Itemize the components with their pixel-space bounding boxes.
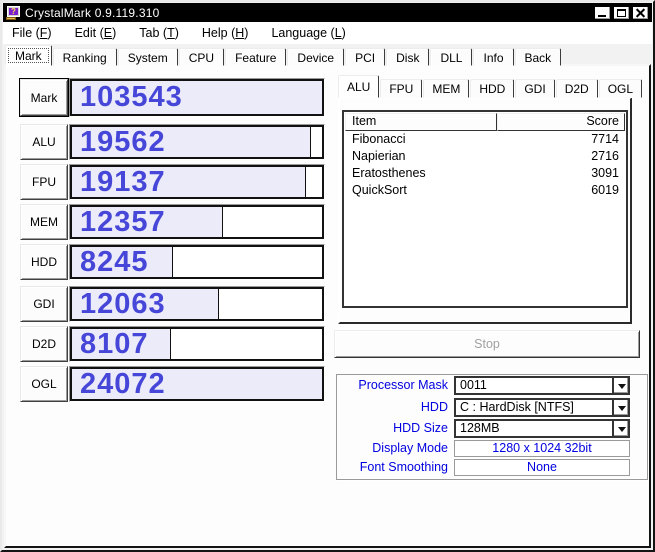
benchmark-table-body: Fibonacci 7714 Napierian 2716 Eratosthenes 30… <box>345 131 625 199</box>
item-cell: Napierian <box>352 149 406 163</box>
chevron-down-icon[interactable] <box>612 378 628 393</box>
tab-ranking[interactable]: Ranking <box>52 48 117 66</box>
mark-button[interactable]: Mark <box>19 78 69 117</box>
detail-tab-alu[interactable]: ALU <box>338 75 380 98</box>
table-row[interactable]: QuickSort 6019 <box>345 182 625 199</box>
tab-device[interactable]: Device <box>287 48 345 66</box>
d2d-button[interactable]: D2D <box>20 326 68 362</box>
benchmark-table: Item Score Fibonacci 7714 Napierian 2716 Era… <box>342 110 628 308</box>
hdd-select[interactable]: C : HardDisk [NTFS] <box>454 398 630 417</box>
window-title: CrystalMark 0.9.119.310 <box>25 5 160 20</box>
stop-button[interactable]: Stop <box>334 330 640 358</box>
hdd-size-select[interactable]: 128MB <box>454 419 630 438</box>
score-value-alu: 19562 <box>80 125 166 158</box>
maximize-icon[interactable] <box>613 5 630 20</box>
main-tab-strip: Mark Ranking System CPU Feature Device P… <box>5 45 562 66</box>
score-bar-alu: 19562 <box>69 124 325 160</box>
alu-button[interactable]: ALU <box>20 124 68 160</box>
item-cell: QuickSort <box>352 183 407 197</box>
font-smoothing-value: None <box>454 459 630 476</box>
tab-back[interactable]: Back <box>514 48 562 66</box>
tab-mark[interactable]: Mark <box>5 45 52 66</box>
score-bar-mark: 103543 <box>69 78 325 117</box>
item-cell: Eratosthenes <box>352 166 426 180</box>
score-bar-fpu: 19137 <box>69 164 325 200</box>
tab-feature[interactable]: Feature <box>225 48 287 66</box>
menu-bar: File (F) Edit (E) Tab (T) Help (H) Langu… <box>3 22 652 44</box>
table-row[interactable]: Eratosthenes 3091 <box>345 165 625 182</box>
score-bar-hdd: 8245 <box>69 244 325 280</box>
menu-item-edit[interactable]: Edit (E) <box>75 26 117 40</box>
table-row[interactable]: Fibonacci 7714 <box>345 131 625 148</box>
app-icon: ? <box>6 5 21 20</box>
score-value-hdd: 8245 <box>80 245 149 278</box>
menu-item-language[interactable]: Language (L) <box>271 26 345 40</box>
detail-tab-strip: ALU FPU MEM HDD GDI D2D OGL <box>338 75 643 98</box>
tab-info[interactable]: Info <box>473 48 514 66</box>
detail-tab-mem[interactable]: MEM <box>423 79 470 98</box>
column-header-score[interactable]: Score <box>497 113 625 131</box>
display-mode-label: Display Mode <box>372 441 448 455</box>
column-header-item[interactable]: Item <box>345 113 497 131</box>
tab-dll[interactable]: DLL <box>430 48 473 66</box>
score-cell: 2716 <box>591 149 619 163</box>
score-bar-ogl: 24072 <box>69 366 325 402</box>
ogl-button[interactable]: OGL <box>20 366 68 402</box>
score-bar-mem: 12357 <box>69 204 325 240</box>
detail-tab-ogl[interactable]: OGL <box>598 79 643 98</box>
title-bar[interactable]: ? CrystalMark 0.9.119.310 <box>3 3 652 22</box>
score-bar-gdi: 12063 <box>69 286 325 322</box>
processor-mask-select[interactable]: 0011 <box>454 376 630 395</box>
fpu-button[interactable]: FPU <box>20 164 68 200</box>
menu-item-help[interactable]: Help (H) <box>202 26 249 40</box>
app-window: ? CrystalMark 0.9.119.310 File (F) Edit … <box>0 0 655 552</box>
score-cell: 6019 <box>591 183 619 197</box>
close-icon[interactable] <box>632 5 649 20</box>
processor-mask-label: Processor Mask <box>358 378 448 392</box>
menu-item-tab[interactable]: Tab (T) <box>139 26 179 40</box>
tab-pci[interactable]: PCI <box>345 48 386 66</box>
hdd-button[interactable]: HDD <box>20 244 68 280</box>
mem-button[interactable]: MEM <box>20 204 68 240</box>
score-value-d2d: 8107 <box>80 327 149 360</box>
tab-cpu[interactable]: CPU <box>178 48 225 66</box>
table-header: Item Score <box>345 113 625 131</box>
detail-tab-fpu[interactable]: FPU <box>380 79 423 98</box>
chevron-down-icon[interactable] <box>612 400 628 415</box>
score-cell: 3091 <box>591 166 619 180</box>
table-row[interactable]: Napierian 2716 <box>345 148 625 165</box>
item-cell: Fibonacci <box>352 132 406 146</box>
score-value-gdi: 12063 <box>80 287 166 320</box>
tab-system[interactable]: System <box>117 48 178 66</box>
score-value-mark: 103543 <box>80 81 183 113</box>
detail-tab-gdi[interactable]: GDI <box>515 79 555 98</box>
detail-tab-d2d[interactable]: D2D <box>555 79 598 98</box>
detail-tab-hdd[interactable]: HDD <box>470 79 515 98</box>
score-value-mem: 12357 <box>80 205 166 238</box>
hdd-size-label: HDD Size <box>393 421 448 435</box>
score-value-ogl: 24072 <box>80 367 166 400</box>
gdi-button[interactable]: GDI <box>20 286 68 322</box>
chevron-down-icon[interactable] <box>612 421 628 436</box>
hdd-label: HDD <box>420 400 448 414</box>
minimize-icon[interactable] <box>594 5 611 20</box>
tab-disk[interactable]: Disk <box>386 48 430 66</box>
score-bar-d2d: 8107 <box>69 326 325 362</box>
display-mode-value: 1280 x 1024 32bit <box>454 440 630 457</box>
score-cell: 7714 <box>591 132 619 146</box>
font-smoothing-label: Font Smoothing <box>359 460 448 474</box>
score-value-fpu: 19137 <box>80 165 166 198</box>
menu-item-file[interactable]: File (F) <box>12 26 52 40</box>
